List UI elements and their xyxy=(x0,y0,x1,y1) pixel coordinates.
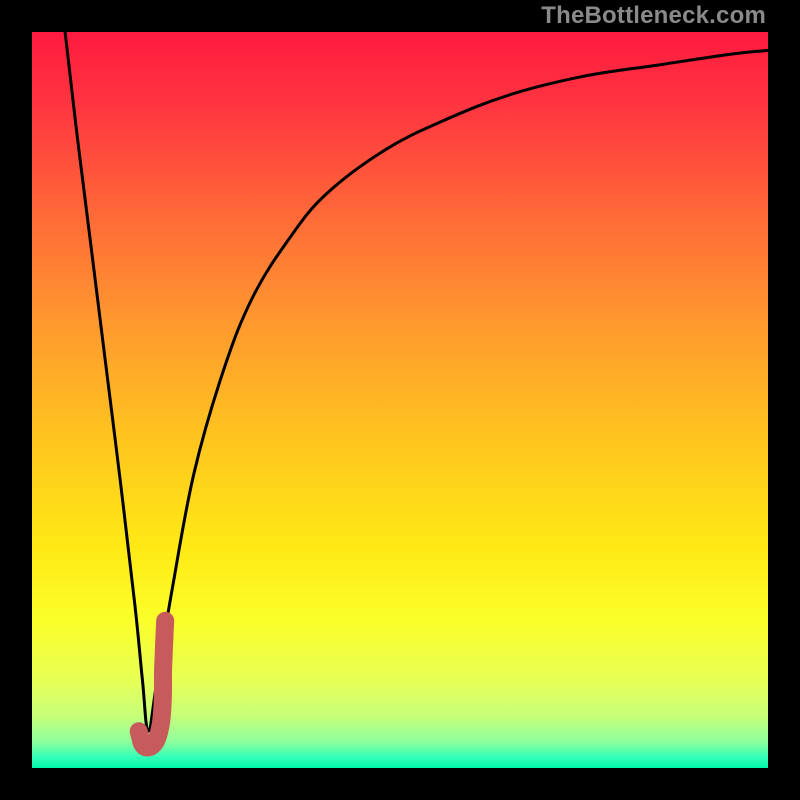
plot-area xyxy=(32,32,768,768)
chart-lines xyxy=(32,32,768,768)
chart-frame: TheBottleneck.com xyxy=(0,0,800,800)
watermark-text: TheBottleneck.com xyxy=(541,2,766,30)
